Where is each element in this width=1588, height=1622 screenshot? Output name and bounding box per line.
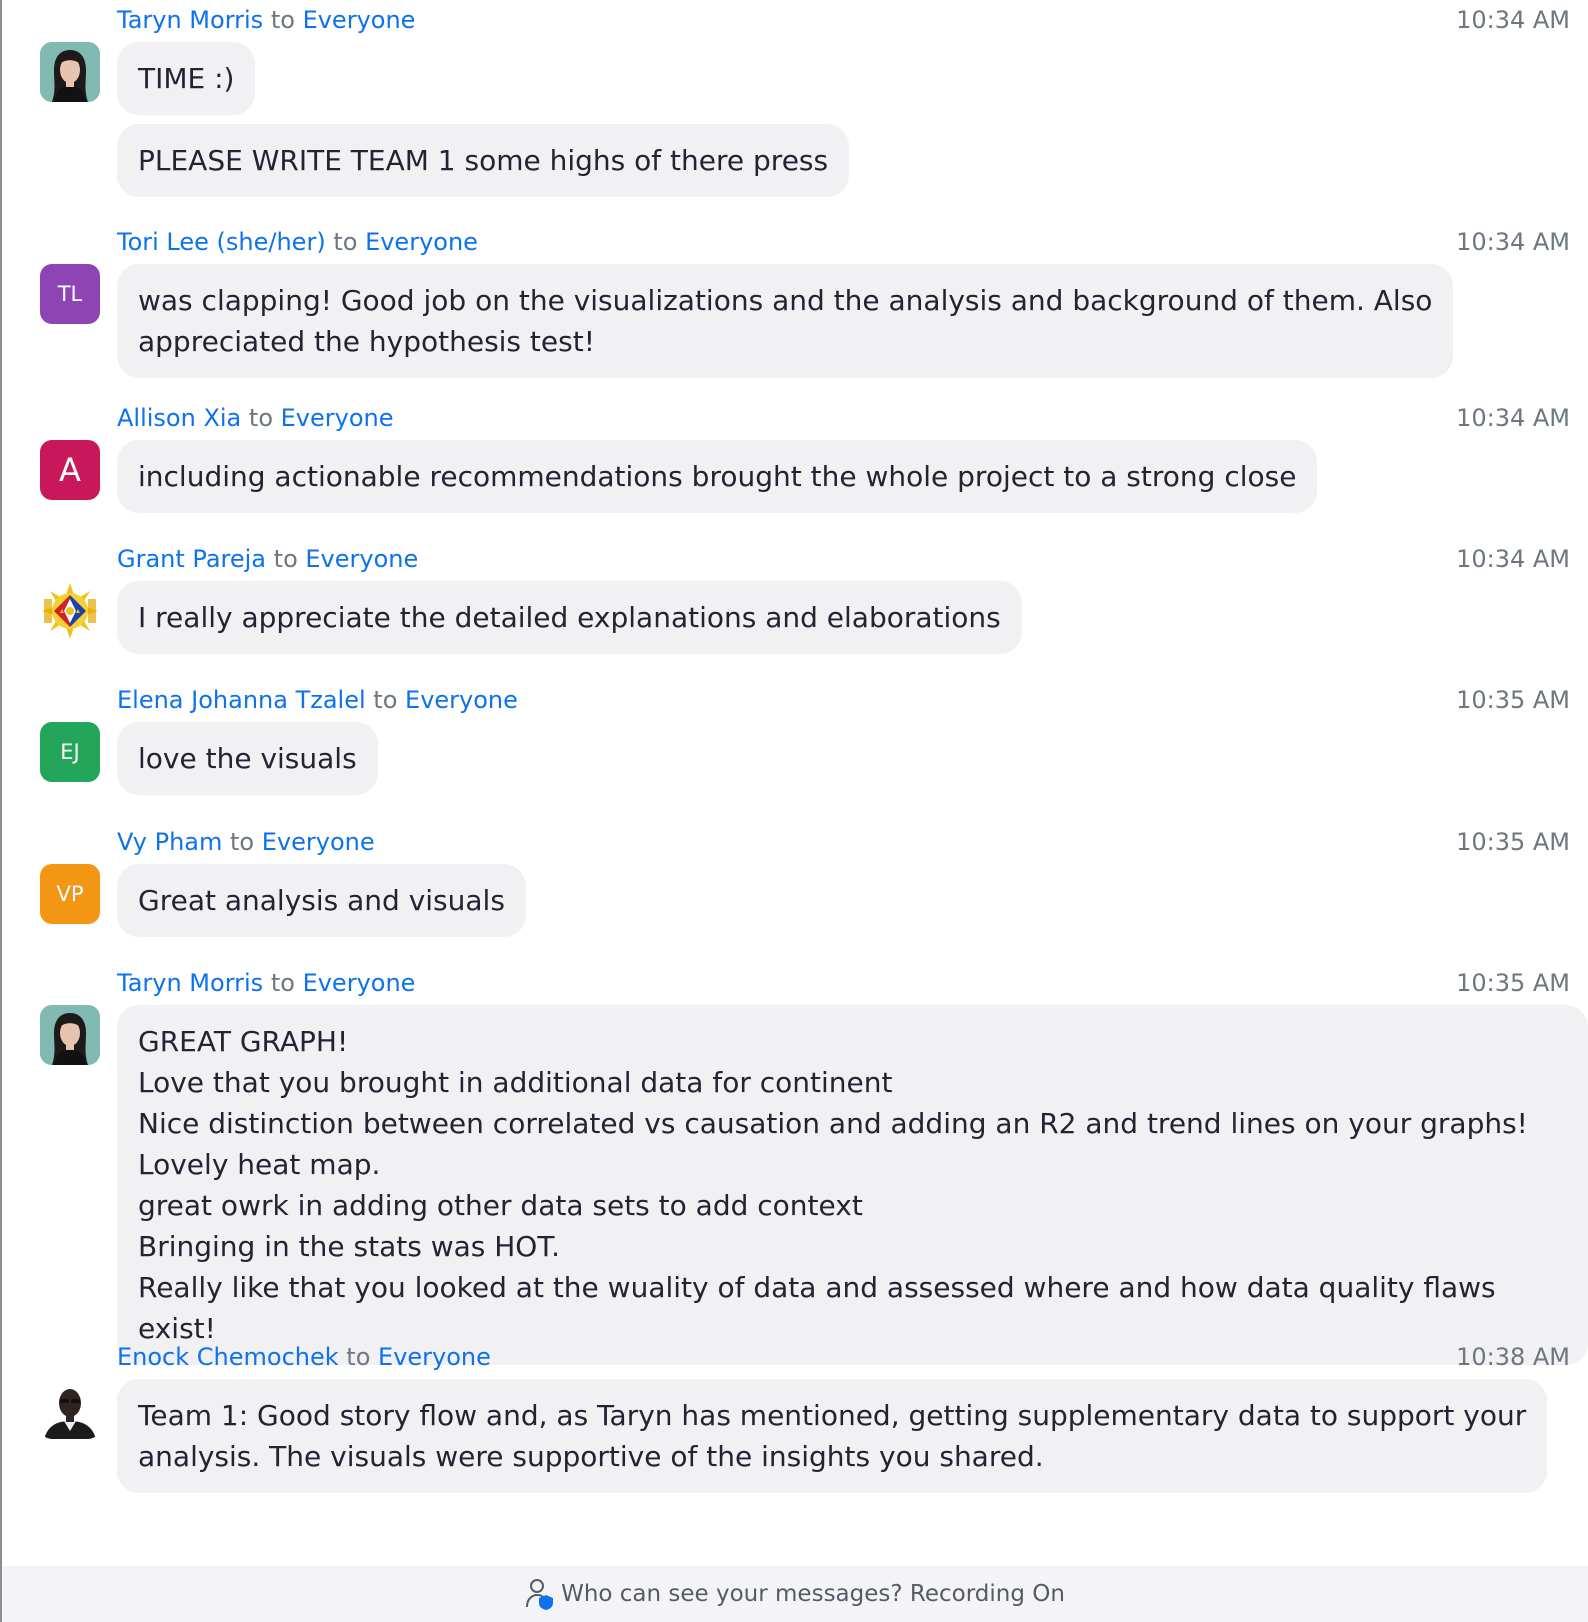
avatar[interactable] [40,581,100,641]
sender-name[interactable]: Grant Pareja [117,545,266,573]
message-timestamp: 10:34 AM [1456,228,1570,256]
message-bubble[interactable]: Team 1: Good story flow and, as Taryn ha… [117,1379,1548,1493]
to-label: to [373,686,398,714]
message-header: Elena Johanna Tzalel to Everyone [117,684,518,716]
recipient-name[interactable]: Everyone [303,969,416,997]
philippine-emblem-icon [42,583,98,639]
sender-name[interactable]: Taryn Morris [117,6,263,34]
man-portrait-photo [40,1379,100,1439]
sender-name[interactable]: Enock Chemochek [117,1343,339,1371]
message-header: Grant Pareja to Everyone [117,543,418,575]
message-timestamp: 10:34 AM [1456,404,1570,432]
woman-portrait-photo [40,42,100,102]
avatar-initials[interactable]: EJ [40,722,100,782]
to-label: to [270,6,295,34]
message-bubble[interactable]: Great analysis and visuals [117,864,526,937]
message-header: Vy Pham to Everyone [117,826,375,858]
to-label: to [333,228,358,256]
message-bubble[interactable]: GREAT GRAPH! Love that you brought in ad… [117,1005,1588,1365]
sender-name[interactable]: Tori Lee (she/her) [117,228,326,256]
recipient-name[interactable]: Everyone [378,1343,491,1371]
message-timestamp: 10:34 AM [1456,6,1570,34]
message-timestamp: 10:34 AM [1456,545,1570,573]
sender-name[interactable]: Allison Xia [117,404,241,432]
sender-name[interactable]: Vy Pham [117,828,222,856]
message-timestamp: 10:35 AM [1456,686,1570,714]
message-timestamp: 10:35 AM [1456,969,1570,997]
recipient-name[interactable]: Everyone [281,404,394,432]
avatar-initials[interactable]: A [40,440,100,500]
message-bubble[interactable]: I really appreciate the detailed explana… [117,581,1022,654]
visibility-notice-text: Who can see your messages? Recording On [561,1581,1065,1607]
recipient-name[interactable]: Everyone [303,6,416,34]
recipient-name[interactable]: Everyone [365,228,478,256]
to-label: to [270,969,295,997]
sender-name[interactable]: Elena Johanna Tzalel [117,686,366,714]
message-bubble[interactable]: including actionable recommendations bro… [117,440,1318,513]
message-header: Taryn Morris to Everyone [117,4,415,36]
avatar[interactable] [40,42,100,102]
message-timestamp: 10:38 AM [1456,1343,1570,1371]
avatar[interactable] [40,1379,100,1439]
to-label: to [273,545,298,573]
message-bubble[interactable]: was clapping! Good job on the visualizat… [117,264,1454,378]
recipient-name[interactable]: Everyone [262,828,375,856]
chat-message-list[interactable]: Taryn Morris to Everyone 10:34 AM TIME :… [2,0,1588,1566]
person-shield-icon [526,1579,554,1610]
message-bubble[interactable]: PLEASE WRITE TEAM 1 some highs of there … [117,124,850,197]
message-bubble[interactable]: TIME :) [117,42,256,115]
avatar-initials[interactable]: VP [40,864,100,924]
woman-portrait-photo [40,1005,100,1065]
to-label: to [248,404,273,432]
recipient-name[interactable]: Everyone [305,545,418,573]
message-timestamp: 10:35 AM [1456,828,1570,856]
message-header: Tori Lee (she/her) to Everyone [117,226,478,258]
sender-name[interactable]: Taryn Morris [117,969,263,997]
to-label: to [230,828,255,856]
to-label: to [346,1343,371,1371]
message-header: Taryn Morris to Everyone [117,967,415,999]
visibility-notice-bar[interactable]: Who can see your messages? Recording On [2,1566,1588,1622]
message-header: Enock Chemochek to Everyone [117,1341,491,1373]
avatar[interactable] [40,1005,100,1065]
message-header: Allison Xia to Everyone [117,402,394,434]
recipient-name[interactable]: Everyone [405,686,518,714]
message-bubble[interactable]: love the visuals [117,722,378,795]
avatar-initials[interactable]: TL [40,264,100,324]
